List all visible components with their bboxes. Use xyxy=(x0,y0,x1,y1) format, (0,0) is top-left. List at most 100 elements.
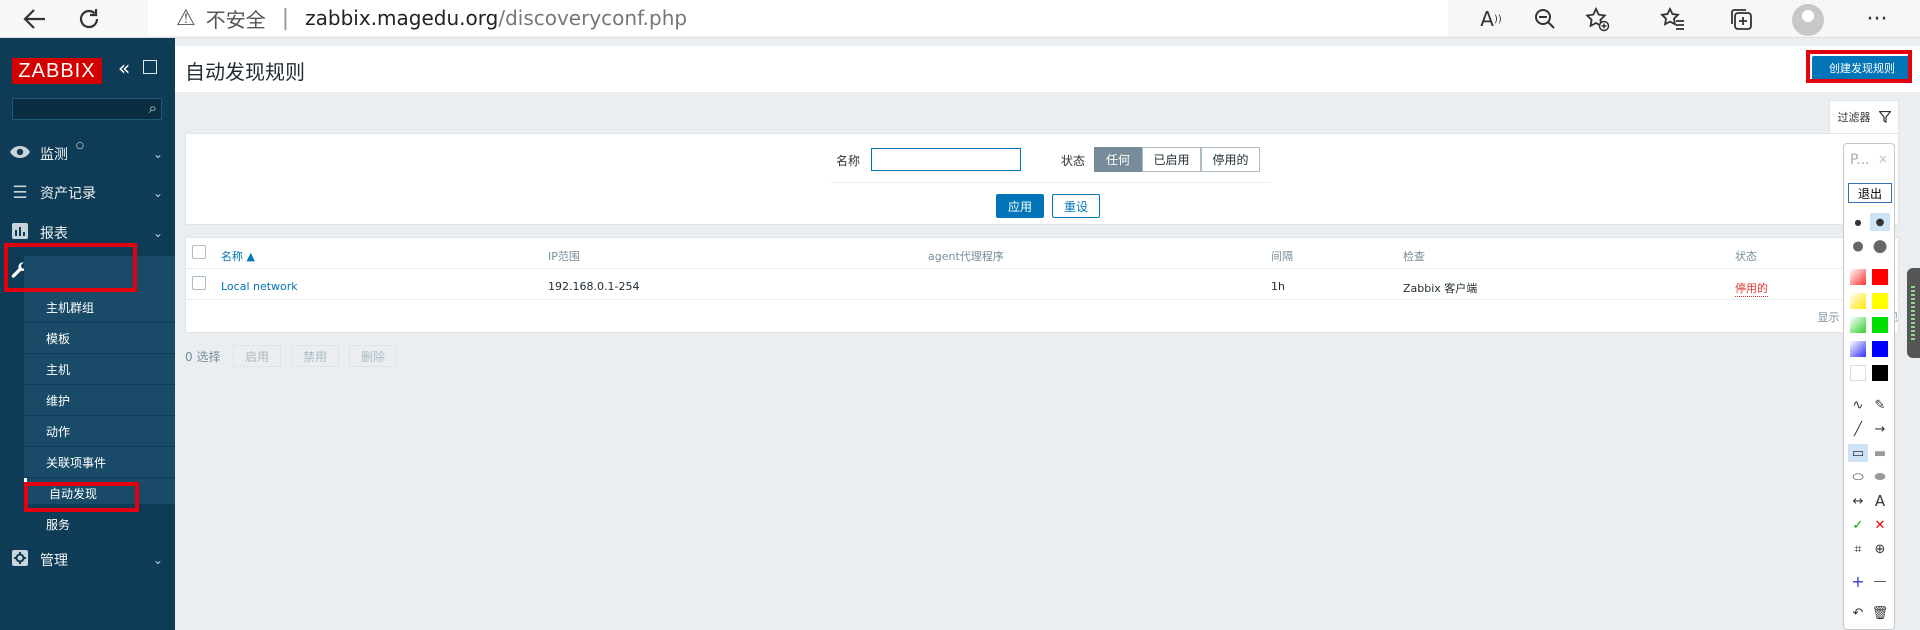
freehand-pen-icon[interactable]: ∿ xyxy=(1848,396,1868,414)
search-icon[interactable]: ⌕ xyxy=(149,99,157,117)
rule-ip-range: 192.168.0.1-254 xyxy=(548,280,640,293)
filter-panel: 名称 状态 任何 已启用 停用的 应用 重设 xyxy=(185,133,1899,225)
status-option-any[interactable]: 任何 xyxy=(1094,147,1142,172)
close-icon[interactable]: × xyxy=(1878,152,1888,166)
light-yellow-swatch[interactable] xyxy=(1850,293,1866,309)
exit-button[interactable]: 退出 xyxy=(1848,183,1892,203)
xlarge-dot-icon[interactable]: ● xyxy=(1870,236,1890,256)
url-host: zabbix.magedu.org xyxy=(305,6,499,30)
select-all-checkbox[interactable] xyxy=(192,245,206,259)
red-swatch[interactable] xyxy=(1872,269,1888,285)
text-tool-icon[interactable]: A xyxy=(1870,492,1890,510)
arrow-tool-icon[interactable]: → xyxy=(1870,420,1890,438)
status-option-enabled[interactable]: 已启用 xyxy=(1142,147,1201,172)
checkmark-icon[interactable]: ✓ xyxy=(1848,516,1868,534)
filter-icon xyxy=(1878,111,1891,123)
favorite-add-icon[interactable] xyxy=(1582,0,1612,38)
light-red-swatch[interactable] xyxy=(1850,269,1866,285)
rule-status-toggle[interactable]: 停用的 xyxy=(1735,280,1768,297)
collapse-sidebar-icon[interactable]: « xyxy=(118,56,130,80)
cross-mark-icon[interactable]: ✕ xyxy=(1870,516,1890,534)
apply-button[interactable]: 应用 xyxy=(996,194,1044,218)
white-swatch[interactable] xyxy=(1850,365,1866,381)
name-filter-input[interactable] xyxy=(871,148,1021,171)
highlight-box-discovery xyxy=(24,482,139,512)
name-filter-label: 名称 xyxy=(836,154,861,168)
submenu-item-actions[interactable]: 动作 xyxy=(24,416,175,447)
column-header-ip-range: IP范围 xyxy=(548,250,580,263)
status-option-disabled[interactable]: 停用的 xyxy=(1201,147,1260,172)
profile-avatar-icon[interactable] xyxy=(1792,4,1824,36)
list-icon: ☰ xyxy=(12,183,28,203)
filter-tab[interactable]: 过滤器 xyxy=(1829,100,1899,133)
black-swatch[interactable] xyxy=(1872,365,1888,381)
undo-icon[interactable]: ↶ xyxy=(1848,604,1868,622)
rule-name-link[interactable]: Local network xyxy=(221,280,298,293)
zoom-icon[interactable]: ⊕ xyxy=(1870,540,1890,558)
address-bar[interactable]: ⚠ 不安全 | zabbix.magedu.org/discoveryconf.… xyxy=(148,0,1448,36)
sidebar-item-label: 管理 xyxy=(40,553,68,569)
submenu-item-host-groups[interactable]: 主机群组 xyxy=(24,292,175,323)
selected-count: 0 选择 xyxy=(185,350,221,364)
browser-toolbar: ⚠ 不安全 | zabbix.magedu.org/discoveryconf.… xyxy=(0,0,1920,38)
sidebar-item-administration[interactable]: 管理 ⌄ xyxy=(0,540,175,580)
green-swatch[interactable] xyxy=(1872,317,1888,333)
minus-icon[interactable]: — xyxy=(1870,572,1890,590)
favorites-icon[interactable] xyxy=(1658,0,1688,38)
side-panel-handle-icon[interactable] xyxy=(1907,268,1920,358)
eraser-icon[interactable]: ✎ xyxy=(1870,396,1890,414)
filter-divider xyxy=(831,182,1271,183)
column-header-proxy: agent代理程序 xyxy=(928,250,1004,263)
sidebar-item-label: 报表 xyxy=(40,226,68,242)
submenu-item-hosts[interactable]: 主机 xyxy=(24,354,175,385)
submenu-item-maintenance[interactable]: 维护 xyxy=(24,385,175,416)
rectangle-tool-icon[interactable]: ▭ xyxy=(1848,444,1868,462)
sidebar-item-inventory[interactable]: ☰ 资产记录 ⌄ xyxy=(0,173,175,213)
read-aloud-icon[interactable]: A)) xyxy=(1476,0,1506,38)
row-divider xyxy=(186,299,1898,300)
page-title: 自动发现规则 xyxy=(185,60,305,84)
collections-icon[interactable] xyxy=(1726,0,1756,38)
eye-icon xyxy=(0,144,40,164)
reset-button[interactable]: 重设 xyxy=(1052,194,1100,218)
submenu-item-event-correlation[interactable]: 关联项事件 xyxy=(24,447,175,478)
row-checkbox[interactable] xyxy=(192,276,206,290)
medium-dot-icon[interactable]: ● xyxy=(1870,213,1890,231)
more-menu-icon[interactable]: ··· xyxy=(1862,0,1892,38)
rule-interval: 1h xyxy=(1271,280,1285,293)
column-header-name[interactable]: 名称 ▲ xyxy=(221,248,255,264)
filled-ellipse-icon[interactable]: ⬬ xyxy=(1870,468,1890,486)
double-arrow-icon[interactable]: ↔ xyxy=(1848,492,1868,510)
gear-icon xyxy=(0,549,40,571)
column-header-status: 状态 xyxy=(1735,250,1757,263)
warning-icon: ⚠ xyxy=(176,5,196,31)
yellow-swatch[interactable] xyxy=(1872,293,1888,309)
delete-selected-button[interactable]: 删除 xyxy=(349,345,397,367)
filter-tab-label: 过滤器 xyxy=(1837,111,1871,124)
disable-selected-button[interactable]: 禁用 xyxy=(291,345,339,367)
crop-icon[interactable]: ⌗ xyxy=(1848,540,1868,558)
light-blue-swatch[interactable] xyxy=(1850,341,1866,357)
line-tool-icon[interactable]: ╱ xyxy=(1848,420,1868,438)
back-arrow-icon[interactable] xyxy=(22,0,48,38)
blue-swatch[interactable] xyxy=(1872,341,1888,357)
large-dot-icon[interactable]: ● xyxy=(1848,237,1868,255)
bar-chart-icon xyxy=(0,222,40,244)
light-green-swatch[interactable] xyxy=(1850,317,1866,333)
zoom-out-icon[interactable] xyxy=(1530,0,1560,38)
chevron-down-icon: ⌄ xyxy=(152,147,163,161)
page-header: 自动发现规则 xyxy=(175,46,1920,92)
enable-selected-button[interactable]: 启用 xyxy=(233,345,281,367)
sidebar-item-monitoring[interactable]: 监测 ○ ⌄ xyxy=(0,134,175,174)
reload-icon[interactable] xyxy=(76,0,102,38)
sidebar-search-input[interactable]: ⌕ xyxy=(12,98,162,120)
kiosk-mode-icon[interactable] xyxy=(143,60,157,74)
header-divider xyxy=(186,268,1898,269)
filled-rectangle-icon[interactable]: ▬ xyxy=(1870,444,1890,462)
ellipse-tool-icon[interactable]: ⬭ xyxy=(1848,468,1868,486)
small-dot-icon[interactable]: ● xyxy=(1848,213,1868,231)
trash-icon[interactable]: 🗑 xyxy=(1870,604,1890,622)
plus-icon[interactable]: + xyxy=(1848,572,1868,591)
submenu-item-templates[interactable]: 模板 xyxy=(24,323,175,354)
submenu-item-services[interactable]: 服务 xyxy=(24,509,175,540)
